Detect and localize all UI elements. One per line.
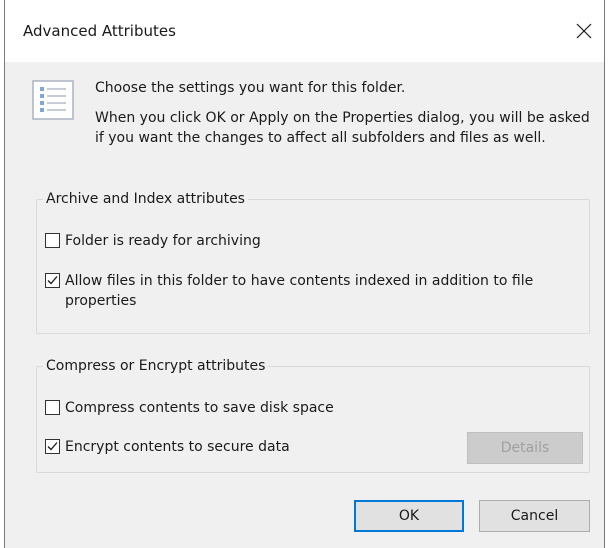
encrypt-option-label: Encrypt contents to secure data	[65, 439, 290, 455]
encrypt-option-row[interactable]: Encrypt contents to secure data	[45, 437, 290, 457]
archive-option-row[interactable]: Folder is ready for archiving	[45, 231, 261, 251]
title-bar: Advanced Attributes	[5, 0, 604, 62]
archive-option-label: Folder is ready for archiving	[65, 233, 261, 249]
index-checkbox[interactable]	[45, 273, 60, 288]
checkmark-icon	[47, 442, 58, 451]
close-icon	[576, 23, 592, 39]
archive-index-group: Archive and Index attributes Folder is r…	[36, 189, 590, 334]
compress-encrypt-group-label: Compress or Encrypt attributes	[43, 356, 269, 376]
index-option-row[interactable]: Allow files in this folder to have conte…	[45, 271, 585, 311]
encrypt-checkbox[interactable]	[45, 439, 60, 454]
checkmark-icon	[47, 276, 58, 285]
compress-option-row[interactable]: Compress contents to save disk space	[45, 398, 334, 418]
header-line-2: When you click OK or Apply on the Proper…	[95, 110, 590, 146]
index-option-label: Allow files in this folder to have conte…	[65, 273, 534, 309]
folder-settings-icon	[32, 80, 74, 120]
advanced-attributes-dialog: Advanced Attributes Choose the settings …	[4, 0, 605, 548]
compress-checkbox[interactable]	[45, 400, 60, 415]
cancel-button[interactable]: Cancel	[479, 500, 590, 532]
archive-index-group-label: Archive and Index attributes	[43, 189, 248, 209]
archive-checkbox[interactable]	[45, 233, 60, 248]
ok-button[interactable]: OK	[354, 500, 464, 532]
dialog-title: Advanced Attributes	[23, 22, 176, 40]
details-button[interactable]: Details	[467, 432, 583, 464]
header-line-1: Choose the settings you want for this fo…	[95, 80, 406, 96]
close-button[interactable]	[564, 14, 604, 48]
compress-option-label: Compress contents to save disk space	[65, 400, 334, 416]
